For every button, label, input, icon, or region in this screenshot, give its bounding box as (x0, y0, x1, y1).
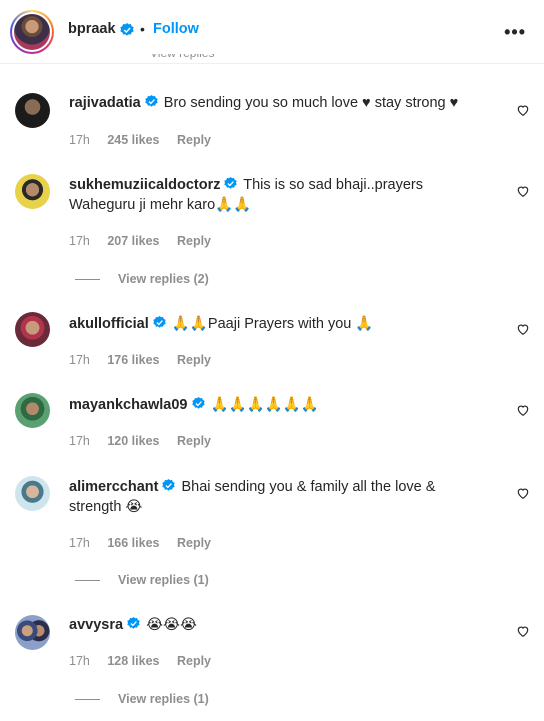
avatar[interactable] (15, 312, 50, 347)
view-replies-button[interactable]: View replies (2) (75, 272, 209, 286)
like-heart-icon[interactable] (516, 184, 530, 198)
reply-button[interactable]: Reply (177, 234, 211, 248)
like-heart-icon[interactable] (516, 103, 530, 117)
comment-meta: 17h 245 likes Reply (69, 133, 211, 147)
reply-button[interactable]: Reply (177, 353, 211, 367)
verified-icon (153, 316, 166, 328)
avatar (14, 14, 50, 50)
comment-username[interactable]: mayankchawla09 (69, 397, 188, 413)
more-options-icon[interactable]: ••• (504, 22, 526, 43)
comment-time[interactable]: 17h (69, 353, 90, 367)
replies-divider-line (75, 279, 100, 281)
comment-time[interactable]: 17h (69, 654, 90, 668)
comment-time[interactable]: 17h (69, 234, 90, 248)
comment-text: 🙏🙏🙏🙏🙏🙏 (210, 397, 319, 413)
verified-icon (191, 397, 205, 409)
verified-icon (127, 617, 140, 629)
comment-username[interactable]: sukhemuziicaldoctorz (69, 177, 220, 193)
comment-time[interactable]: 17h (69, 434, 90, 448)
comment-meta: 17h 166 likes Reply (69, 536, 211, 550)
comment-meta: 17h 120 likes Reply (69, 434, 211, 448)
verified-icon (224, 177, 238, 189)
comment-text: 😭😭😭 (146, 617, 197, 633)
avatar[interactable] (15, 174, 50, 209)
replies-divider-line (75, 699, 100, 701)
avatar[interactable] (15, 93, 50, 128)
comment-meta: 17h 176 likes Reply (69, 353, 211, 367)
reply-button[interactable]: Reply (177, 654, 211, 668)
verified-icon (145, 95, 158, 107)
like-heart-icon[interactable] (516, 322, 530, 336)
avatar[interactable] (15, 615, 50, 650)
replies-divider-line (75, 580, 100, 582)
verified-icon (162, 479, 176, 491)
comment-username[interactable]: akullofficial (69, 316, 149, 332)
comment-likes[interactable]: 128 likes (107, 654, 159, 668)
comment-likes[interactable]: 245 likes (107, 133, 159, 147)
post-header: bpraak • Follow ••• (0, 0, 544, 64)
comment-username[interactable]: alimercchant (69, 479, 158, 495)
follow-button[interactable]: Follow (153, 21, 199, 37)
comment-likes[interactable]: 207 likes (107, 234, 159, 248)
verified-icon (120, 23, 134, 36)
comment-username[interactable]: rajivadatia (69, 95, 141, 111)
story-ring[interactable] (10, 10, 54, 54)
comment-meta: 17h 128 likes Reply (69, 654, 211, 668)
avatar[interactable] (15, 393, 50, 428)
comment-text: Bro sending you so much love ♥ stay stro… (163, 95, 459, 111)
partial-view-replies: View replies (1) (150, 54, 230, 62)
comment-time[interactable]: 17h (69, 133, 90, 147)
comment-username[interactable]: avvysra (69, 617, 123, 633)
post-author-username[interactable]: bpraak (68, 21, 116, 37)
view-replies-button[interactable]: View replies (1) (75, 573, 209, 587)
comment-time[interactable]: 17h (69, 536, 90, 550)
reply-button[interactable]: Reply (177, 434, 211, 448)
comment-text: 🙏🙏Paaji Prayers with you 🙏 (171, 316, 374, 332)
comment-meta: 17h 207 likes Reply (69, 234, 211, 248)
reply-button[interactable]: Reply (177, 536, 211, 550)
view-replies-button[interactable]: View replies (1) (75, 692, 209, 706)
avatar[interactable] (15, 476, 50, 511)
like-heart-icon[interactable] (516, 486, 530, 500)
comment-likes[interactable]: 120 likes (107, 434, 159, 448)
comment-likes[interactable]: 176 likes (107, 353, 159, 367)
like-heart-icon[interactable] (516, 403, 530, 417)
separator-dot: • (140, 21, 145, 37)
reply-button[interactable]: Reply (177, 133, 211, 147)
comment-likes[interactable]: 166 likes (107, 536, 159, 550)
like-heart-icon[interactable] (516, 624, 530, 638)
